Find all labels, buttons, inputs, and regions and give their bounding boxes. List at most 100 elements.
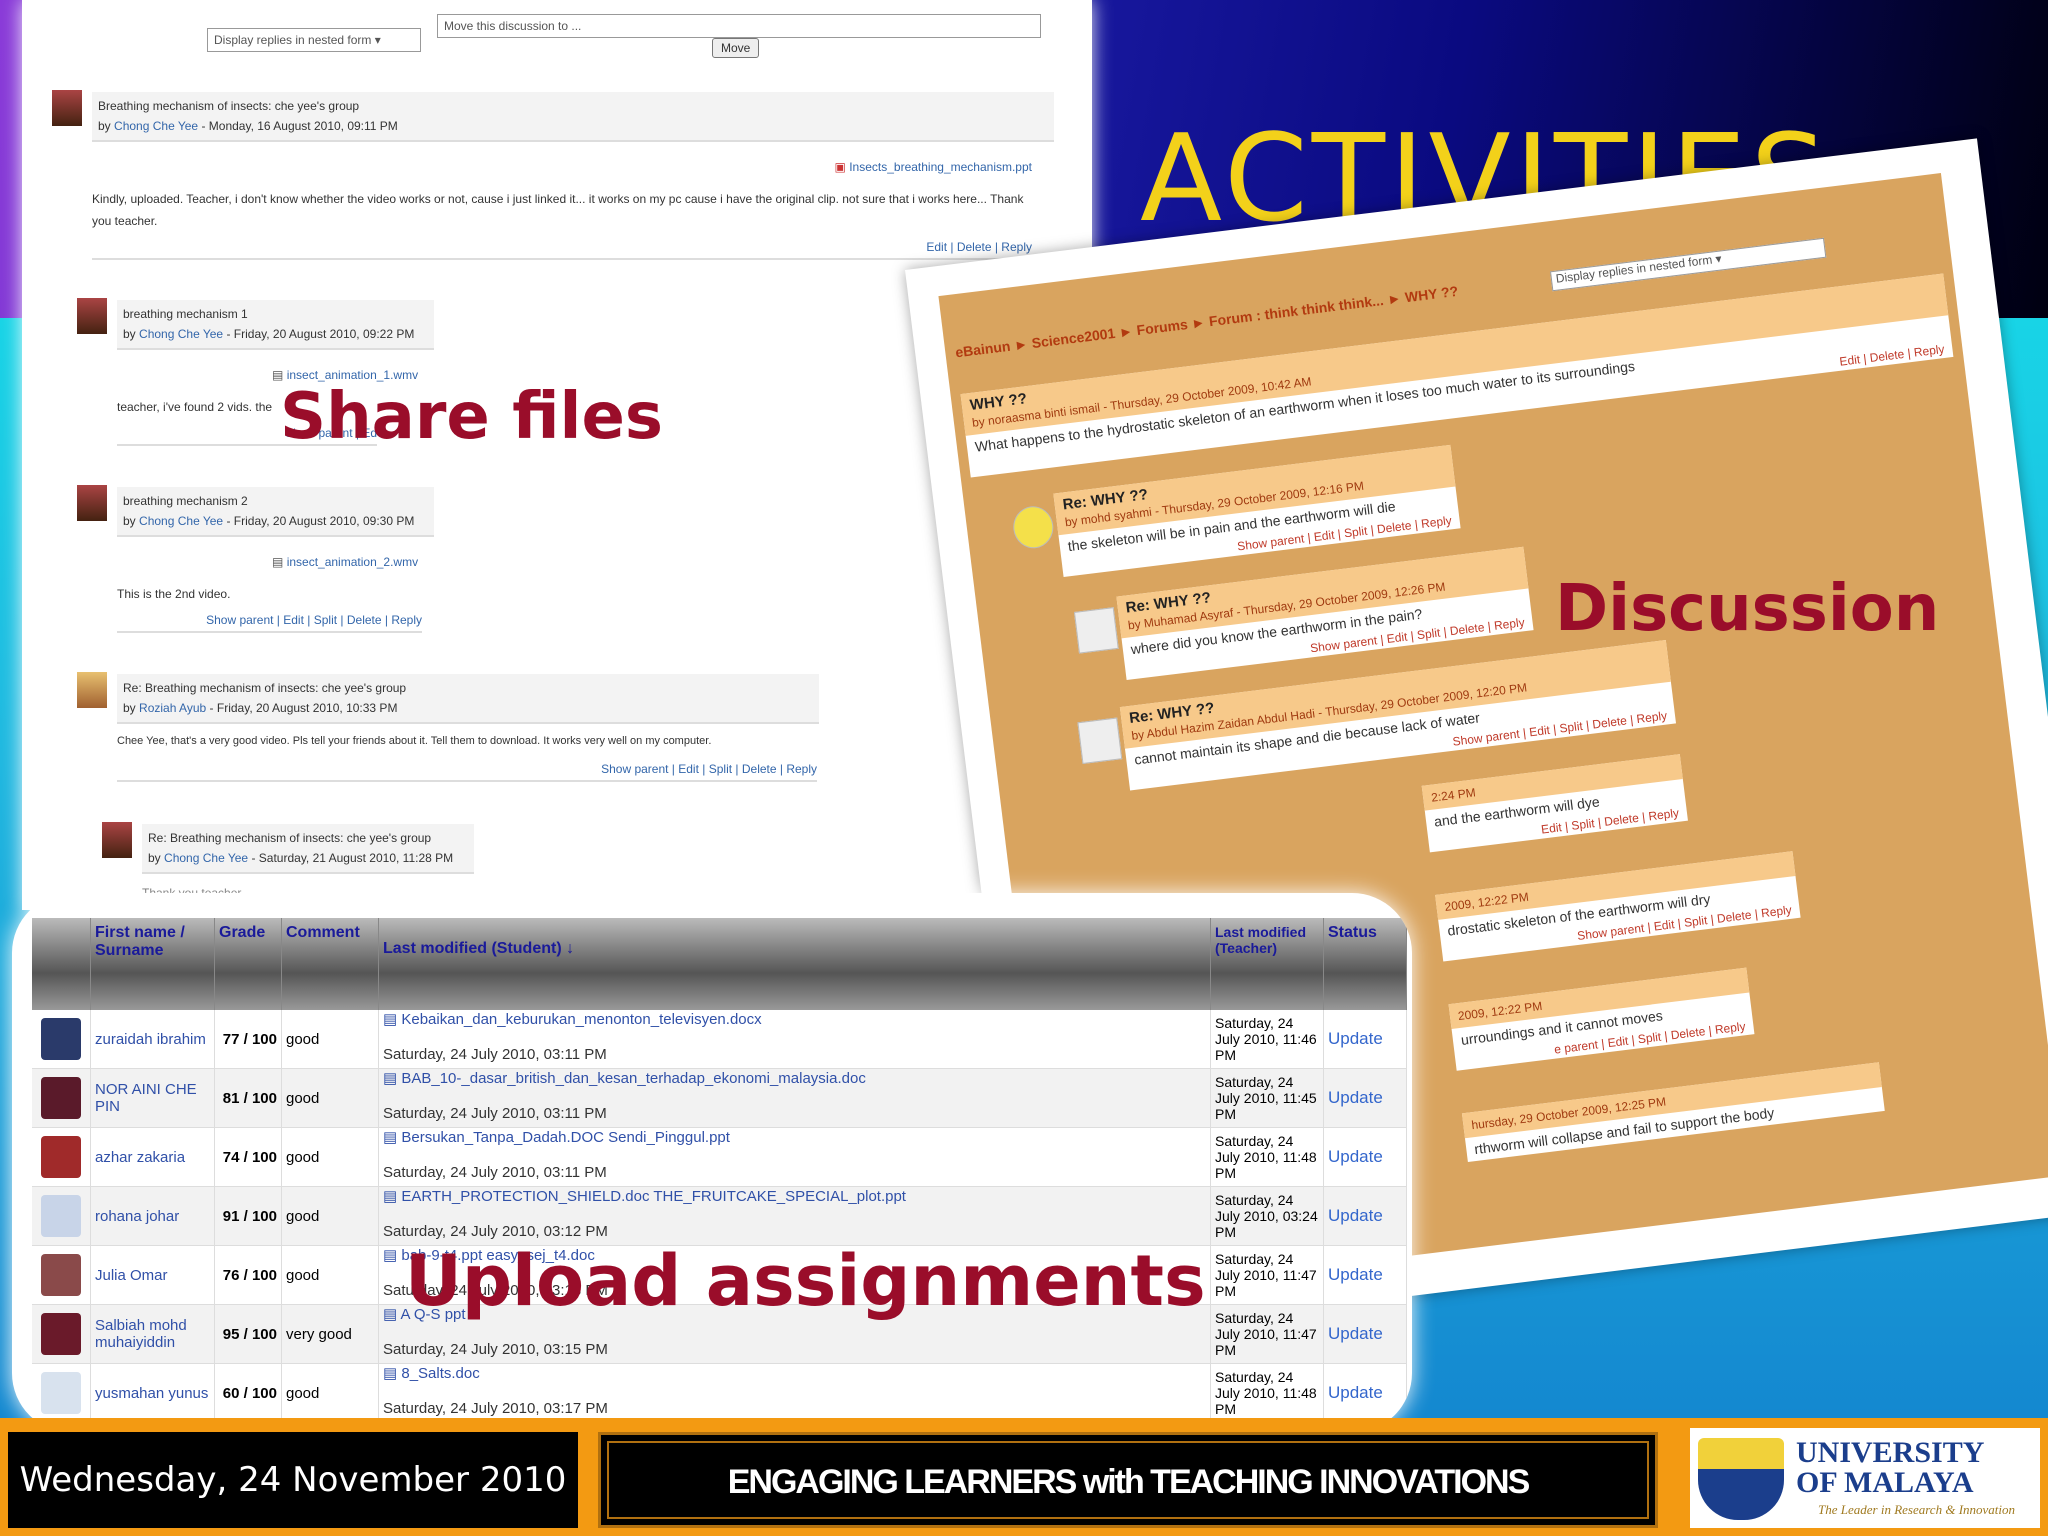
comment-cell: good: [281, 1010, 379, 1069]
grade-cell: 81 / 100: [214, 1068, 282, 1128]
post-byline: by Chong Che Yee - Friday, 20 August 201…: [123, 511, 428, 531]
doc-icon: ▤: [383, 1188, 398, 1205]
last-modified-student-header[interactable]: Last modified (Student) ↓: [378, 918, 1211, 1010]
student-name[interactable]: yusmahan yunus: [90, 1363, 215, 1423]
teacher-modified-cell: Saturday, 24 July 2010, 11:47 PM: [1210, 1245, 1324, 1305]
post-date: - Friday, 20 August 2010, 09:30 PM: [226, 514, 415, 528]
table-row: rohana johar 91 / 100 good ▤ EARTH_PROTECTI…: [32, 1186, 1407, 1246]
footer-date: Wednesday, 24 November 2010: [8, 1432, 578, 1528]
file-link[interactable]: ▤ 8_Salts.doc: [383, 1365, 480, 1382]
update-link[interactable]: Update: [1323, 1127, 1407, 1187]
avatar: [102, 822, 132, 858]
submission-date: Saturday, 24 July 2010, 03:15 PM: [383, 1341, 608, 1358]
by-prefix: by: [148, 851, 161, 865]
author-link[interactable]: Chong Che Yee: [139, 327, 223, 341]
post-body: Chee Yee, that's a very good video. Pls …: [117, 735, 712, 747]
discussion-post: 2009, 12:22 PM urroundings and it cannot…: [1448, 967, 1755, 1071]
upload-assignments-label: Upload assignments: [405, 1240, 1206, 1322]
post-actions[interactable]: Show parent | Edit | Split | Delete | Re…: [117, 613, 422, 633]
student-name[interactable]: NOR AINI CHE PIN: [90, 1068, 215, 1128]
post-subject: Re: Breathing mechanism of insects: che …: [123, 681, 407, 695]
avatar: [41, 1372, 81, 1414]
submission-date: Saturday, 24 July 2010, 03:11 PM: [383, 1164, 607, 1181]
file-link[interactable]: ▤ Bersukan_Tanpa_Dadah.DOC Sendi_Pinggul…: [383, 1129, 730, 1146]
display-mode-value: Display replies in nested form: [214, 33, 372, 47]
post-header: Re: Breathing mechanism of insects: che …: [142, 824, 474, 874]
by-prefix: by: [123, 701, 136, 715]
grade-cell: 60 / 100: [214, 1363, 282, 1423]
grade-cell: 74 / 100: [214, 1127, 282, 1187]
author-link[interactable]: Roziah Ayub: [139, 701, 206, 715]
grade-header[interactable]: Grade: [214, 918, 282, 1010]
forum-post: Re: Breathing mechanism of insects: che …: [102, 822, 502, 902]
discussion-post: WHY ?? by noraasma binti ismail - Thursda…: [960, 273, 1954, 478]
attachment-link[interactable]: ▤ insect_animation_2.wmv: [272, 555, 418, 569]
student-name[interactable]: Salbiah mohd muhaiyiddin: [90, 1304, 215, 1364]
avatar-header: [32, 918, 91, 1010]
student-name[interactable]: rohana johar: [90, 1186, 215, 1246]
display-mode-select[interactable]: Display replies in nested form ▾: [207, 28, 421, 52]
author-link[interactable]: Chong Che Yee: [164, 851, 248, 865]
ppt-icon: ▣: [834, 160, 846, 174]
file-names: BAB_10-_dasar_british_dan_kesan_terhadap…: [401, 1070, 866, 1087]
post-body: Kindly, uploaded. Teacher, i don't know …: [92, 192, 1024, 228]
update-link[interactable]: Update: [1323, 1186, 1407, 1246]
by-prefix: by: [123, 327, 136, 341]
post-actions[interactable]: Show parent | Edit | Split | Delete | Re…: [117, 762, 817, 782]
student-name[interactable]: azhar zakaria: [90, 1127, 215, 1187]
doc-icon: ▤: [383, 1011, 398, 1028]
avatar: [77, 485, 107, 521]
file-link[interactable]: ▤ EARTH_PROTECTION_SHIELD.doc THE_FRUITC…: [383, 1188, 906, 1205]
table-row: azhar zakaria 74 / 100 good ▤ Bersukan_Tanp…: [32, 1127, 1407, 1187]
file-link[interactable]: ▤ BAB_10-_dasar_british_dan_kesan_terhad…: [383, 1070, 866, 1087]
post-body: This is the 2nd video.: [117, 587, 231, 601]
avatar-cell: [32, 1245, 91, 1305]
update-link[interactable]: Update: [1323, 1304, 1407, 1364]
submission-cell: ▤ EARTH_PROTECTION_SHIELD.doc THE_FRUITC…: [378, 1186, 1211, 1246]
post-header: breathing mechanism 1 by Chong Che Yee -…: [117, 300, 434, 350]
update-link[interactable]: Update: [1323, 1068, 1407, 1128]
avatar: [41, 1018, 81, 1060]
student-name[interactable]: Julia Omar: [90, 1245, 215, 1305]
doc-icon: ▤: [383, 1306, 398, 1323]
sort-arrow-icon: ↓: [566, 940, 575, 957]
teacher-modified-cell: Saturday, 24 July 2010, 03:24 PM: [1210, 1186, 1324, 1246]
doc-icon: ▤: [383, 1365, 398, 1382]
post-byline: by Chong Che Yee - Saturday, 21 August 2…: [148, 848, 468, 868]
teacher-modified-cell: Saturday, 24 July 2010, 11:48 PM: [1210, 1127, 1324, 1187]
last-modified-teacher-header[interactable]: Last modified (Teacher): [1210, 918, 1324, 1010]
attachment-name: Insects_breathing_mechanism.ppt: [849, 160, 1032, 174]
avatar: [41, 1254, 81, 1296]
status-header[interactable]: Status: [1323, 918, 1407, 1010]
video-icon: ▤: [272, 555, 284, 569]
post-actions[interactable]: Edit | Delete | Reply: [92, 240, 1032, 260]
name-header[interactable]: First name / Surname: [90, 918, 215, 1010]
file-names: Bersukan_Tanpa_Dadah.DOC Sendi_Pinggul.p…: [401, 1129, 730, 1146]
avatar: [1073, 607, 1119, 654]
avatar: [41, 1136, 81, 1178]
file-link[interactable]: ▤ Kebaikan_dan_keburukan_menonton_televi…: [383, 1011, 762, 1028]
by-prefix: by: [98, 119, 111, 133]
crest-icon: [1698, 1438, 1784, 1520]
discussion-label: Discussion: [1555, 572, 1940, 646]
student-name[interactable]: zuraidah ibrahim: [90, 1010, 215, 1069]
table-row: yusmahan yunus 60 / 100 good ▤ 8_Salts.doc S…: [32, 1363, 1407, 1423]
move-discussion-select[interactable]: Move this discussion to ...: [437, 14, 1041, 38]
update-link[interactable]: Update: [1323, 1010, 1407, 1069]
avatar: [77, 298, 107, 334]
grade-cell: 91 / 100: [214, 1186, 282, 1246]
comment-cell: good: [281, 1068, 379, 1128]
forum-post: breathing mechanism 2 by Chong Che Yee -…: [77, 485, 457, 645]
update-link[interactable]: Update: [1323, 1245, 1407, 1305]
author-link[interactable]: Chong Che Yee: [114, 119, 198, 133]
avatar-cell: [32, 1186, 91, 1246]
comment-cell: good: [281, 1186, 379, 1246]
teacher-modified-cell: Saturday, 24 July 2010, 11:48 PM: [1210, 1363, 1324, 1423]
avatar: [52, 90, 82, 126]
display-mode-select[interactable]: Display replies in nested form ▾: [1549, 237, 1827, 292]
move-button[interactable]: Move: [712, 38, 760, 58]
comment-header[interactable]: Comment: [281, 918, 379, 1010]
update-link[interactable]: Update: [1323, 1363, 1407, 1423]
attachment-link[interactable]: ▣ Insects_breathing_mechanism.ppt: [835, 160, 1032, 174]
author-link[interactable]: Chong Che Yee: [139, 514, 223, 528]
